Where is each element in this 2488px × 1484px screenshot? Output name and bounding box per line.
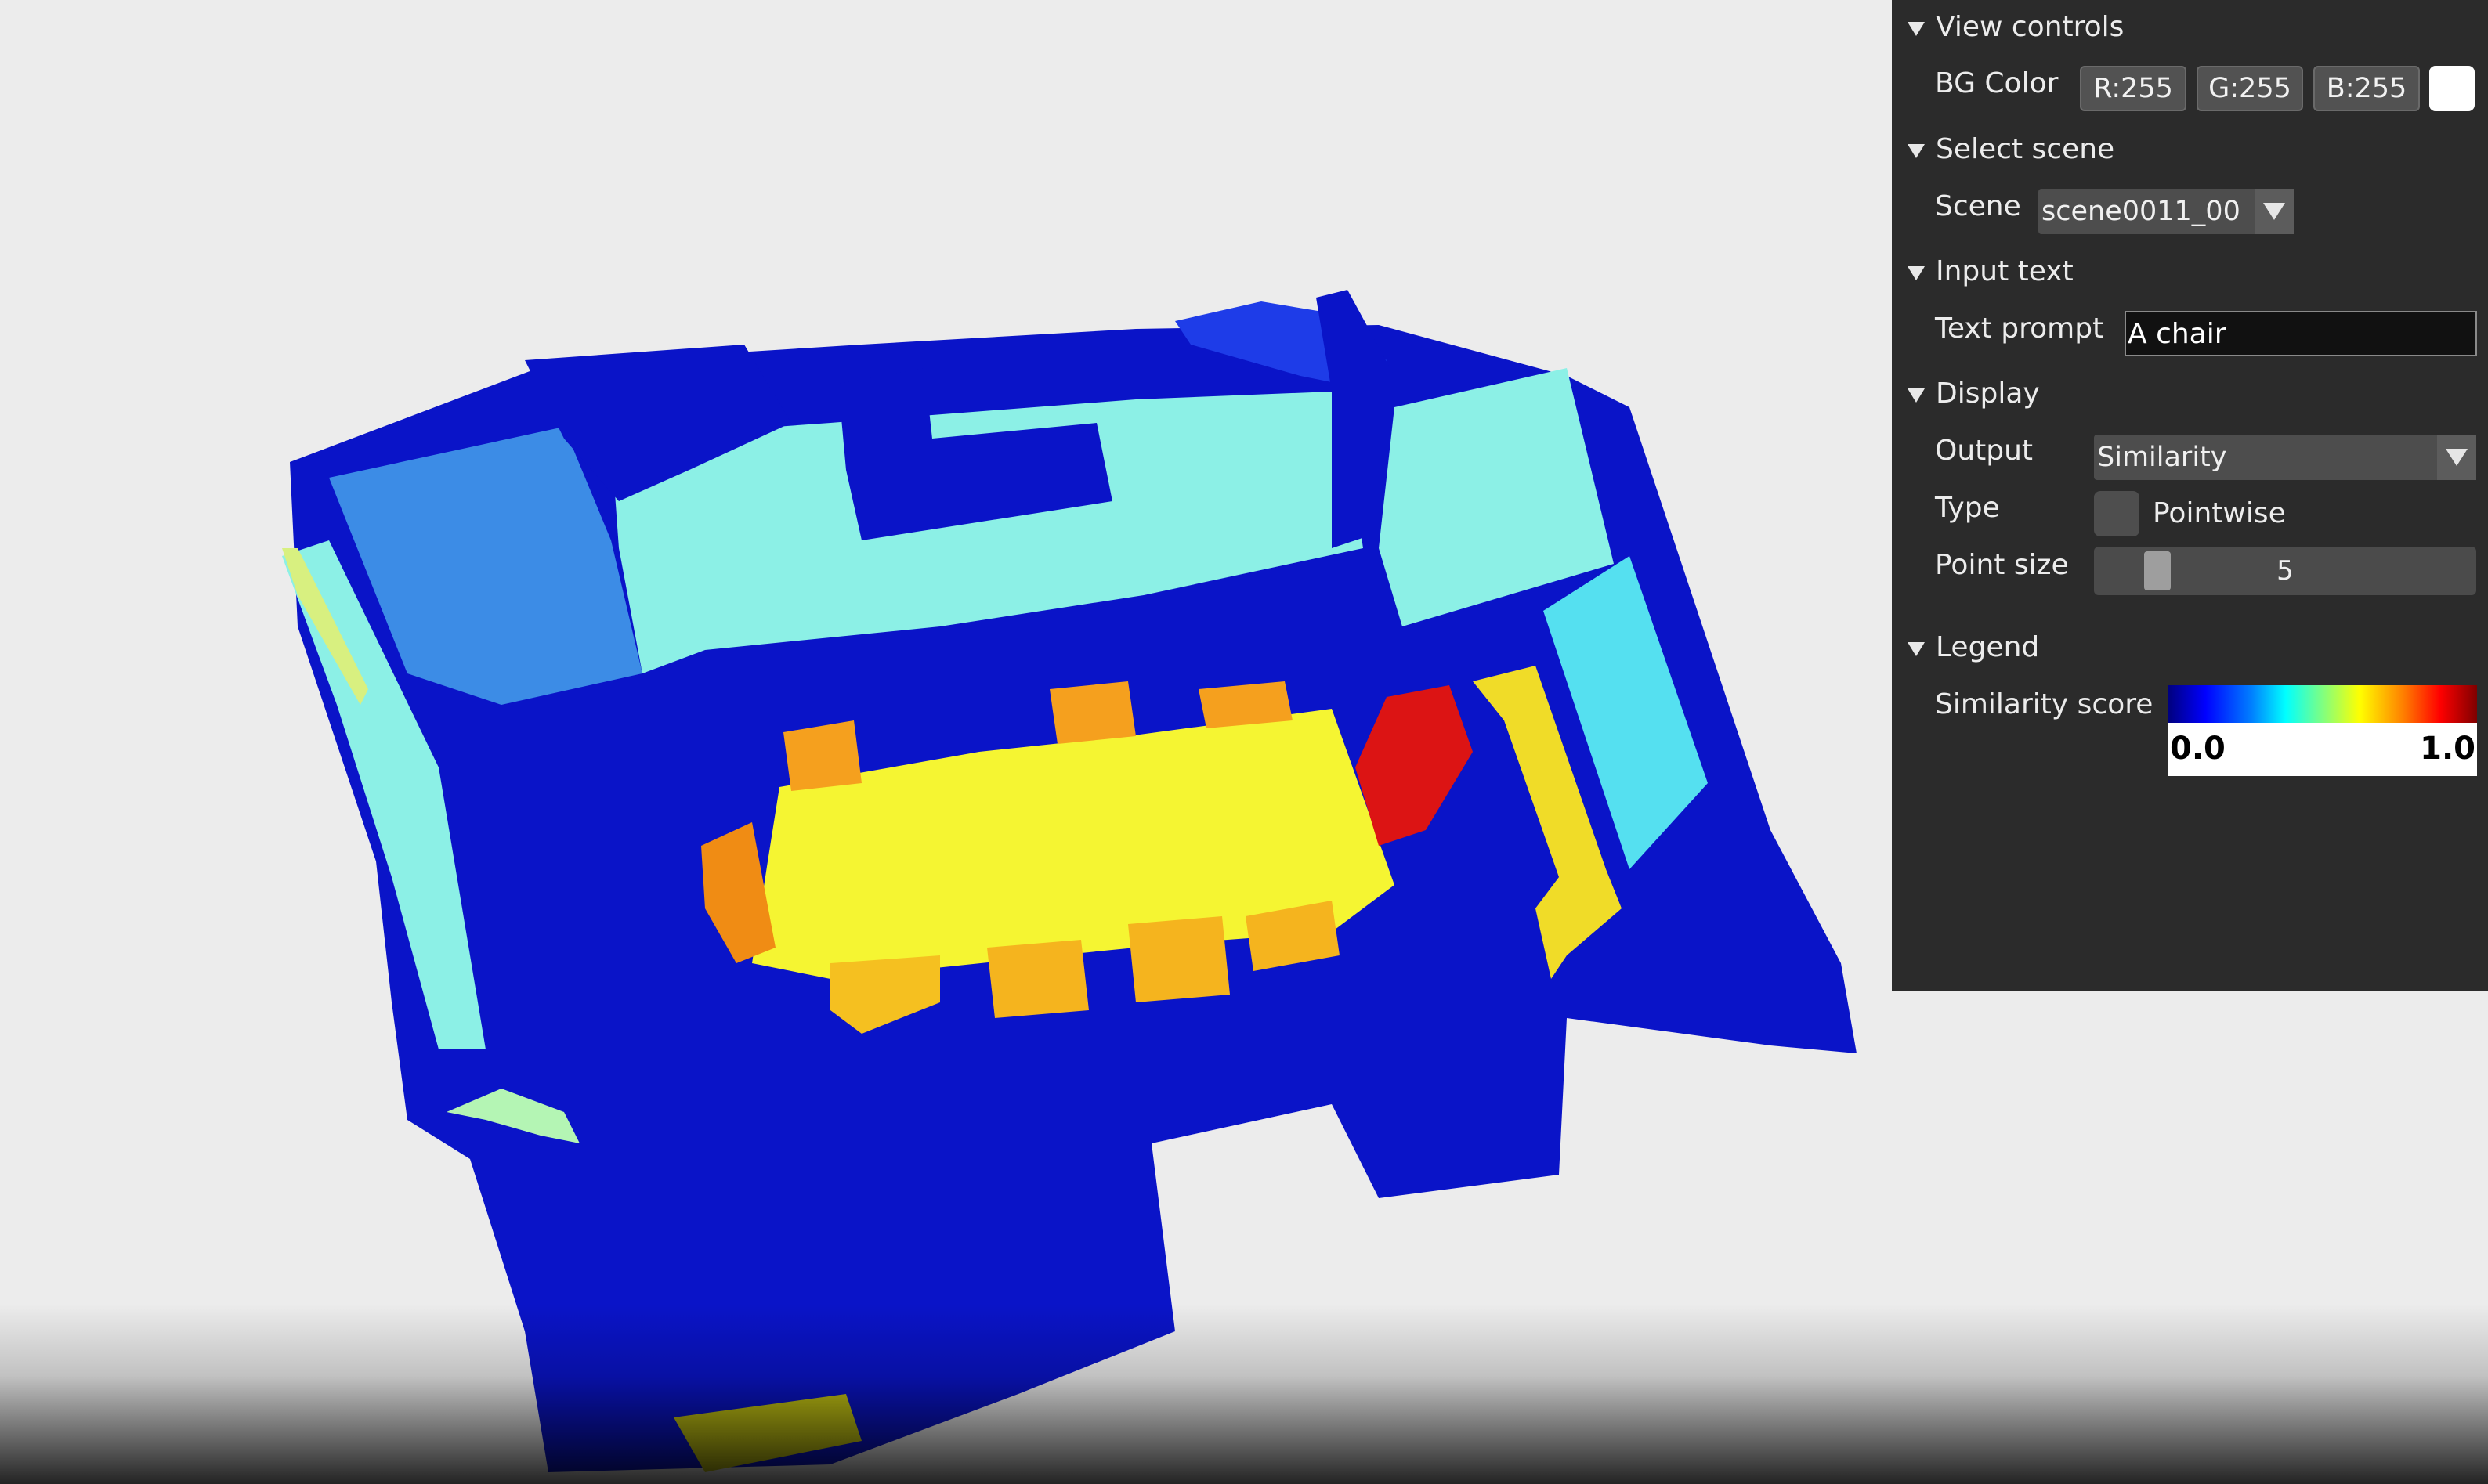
point-cloud-chair xyxy=(1199,681,1293,728)
text-prompt-input[interactable]: A chair xyxy=(2125,311,2477,356)
similarity-colorbar xyxy=(2168,685,2477,723)
similarity-score-label: Similarity score xyxy=(1935,688,2153,720)
select-scene-title: Select scene xyxy=(1936,133,2115,165)
legend-header[interactable]: Legend xyxy=(1908,631,2039,663)
control-panel: View controls BG Color R:255 G:255 B:255… xyxy=(1892,0,2488,991)
point-size-slider[interactable]: 5 xyxy=(2094,547,2476,595)
point-size-label: Point size xyxy=(1935,549,2069,581)
collapse-triangle-icon xyxy=(1908,641,1925,656)
scene-dropdown[interactable]: scene0011_00 xyxy=(2038,189,2294,234)
bg-color-label: BG Color xyxy=(1935,67,2059,99)
bg-blue-button[interactable]: B:255 xyxy=(2313,66,2420,111)
collapse-triangle-icon xyxy=(1908,143,1925,158)
display-header[interactable]: Display xyxy=(1908,377,2040,410)
colorbar-min-label: 0.0 xyxy=(2170,731,2226,767)
output-dropdown-value: Similarity xyxy=(2097,442,2227,473)
view-controls-header[interactable]: View controls xyxy=(1908,11,2124,43)
type-label: Type xyxy=(1935,492,2000,524)
view-controls-title: View controls xyxy=(1936,11,2125,43)
input-text-header[interactable]: Input text xyxy=(1908,255,2074,287)
select-scene-header[interactable]: Select scene xyxy=(1908,133,2114,165)
collapse-triangle-icon xyxy=(1908,21,1925,36)
input-text-title: Input text xyxy=(1936,255,2074,287)
bg-color-swatch[interactable] xyxy=(2429,66,2475,111)
text-prompt-label: Text prompt xyxy=(1935,312,2104,345)
scene-dropdown-value: scene0011_00 xyxy=(2041,196,2240,227)
point-size-value: 5 xyxy=(2276,555,2294,587)
collapse-triangle-icon xyxy=(1908,265,1925,280)
pointwise-label: Pointwise xyxy=(2153,497,2286,529)
point-cloud-chair xyxy=(783,720,862,791)
display-title: Display xyxy=(1936,377,2040,410)
pointwise-checkbox[interactable] xyxy=(2094,491,2139,536)
legend-title: Legend xyxy=(1936,631,2040,663)
collapse-triangle-icon xyxy=(1908,388,1925,403)
point-cloud-chair xyxy=(1050,681,1136,744)
colorbar-max-label: 1.0 xyxy=(2420,731,2475,767)
text-prompt-value: A chair xyxy=(2128,317,2226,350)
point-cloud-chair xyxy=(1128,916,1230,1002)
bg-red-button[interactable]: R:255 xyxy=(2080,66,2186,111)
output-dropdown[interactable]: Similarity xyxy=(2094,435,2476,480)
colorbar-labels: 0.0 1.0 xyxy=(2168,723,2477,776)
dropdown-arrow-icon xyxy=(2255,189,2294,234)
output-label: Output xyxy=(1935,435,2034,467)
bg-green-button[interactable]: G:255 xyxy=(2197,66,2303,111)
dropdown-arrow-icon xyxy=(2437,435,2476,480)
scene-label: Scene xyxy=(1935,190,2021,222)
point-cloud-chair xyxy=(987,940,1089,1018)
